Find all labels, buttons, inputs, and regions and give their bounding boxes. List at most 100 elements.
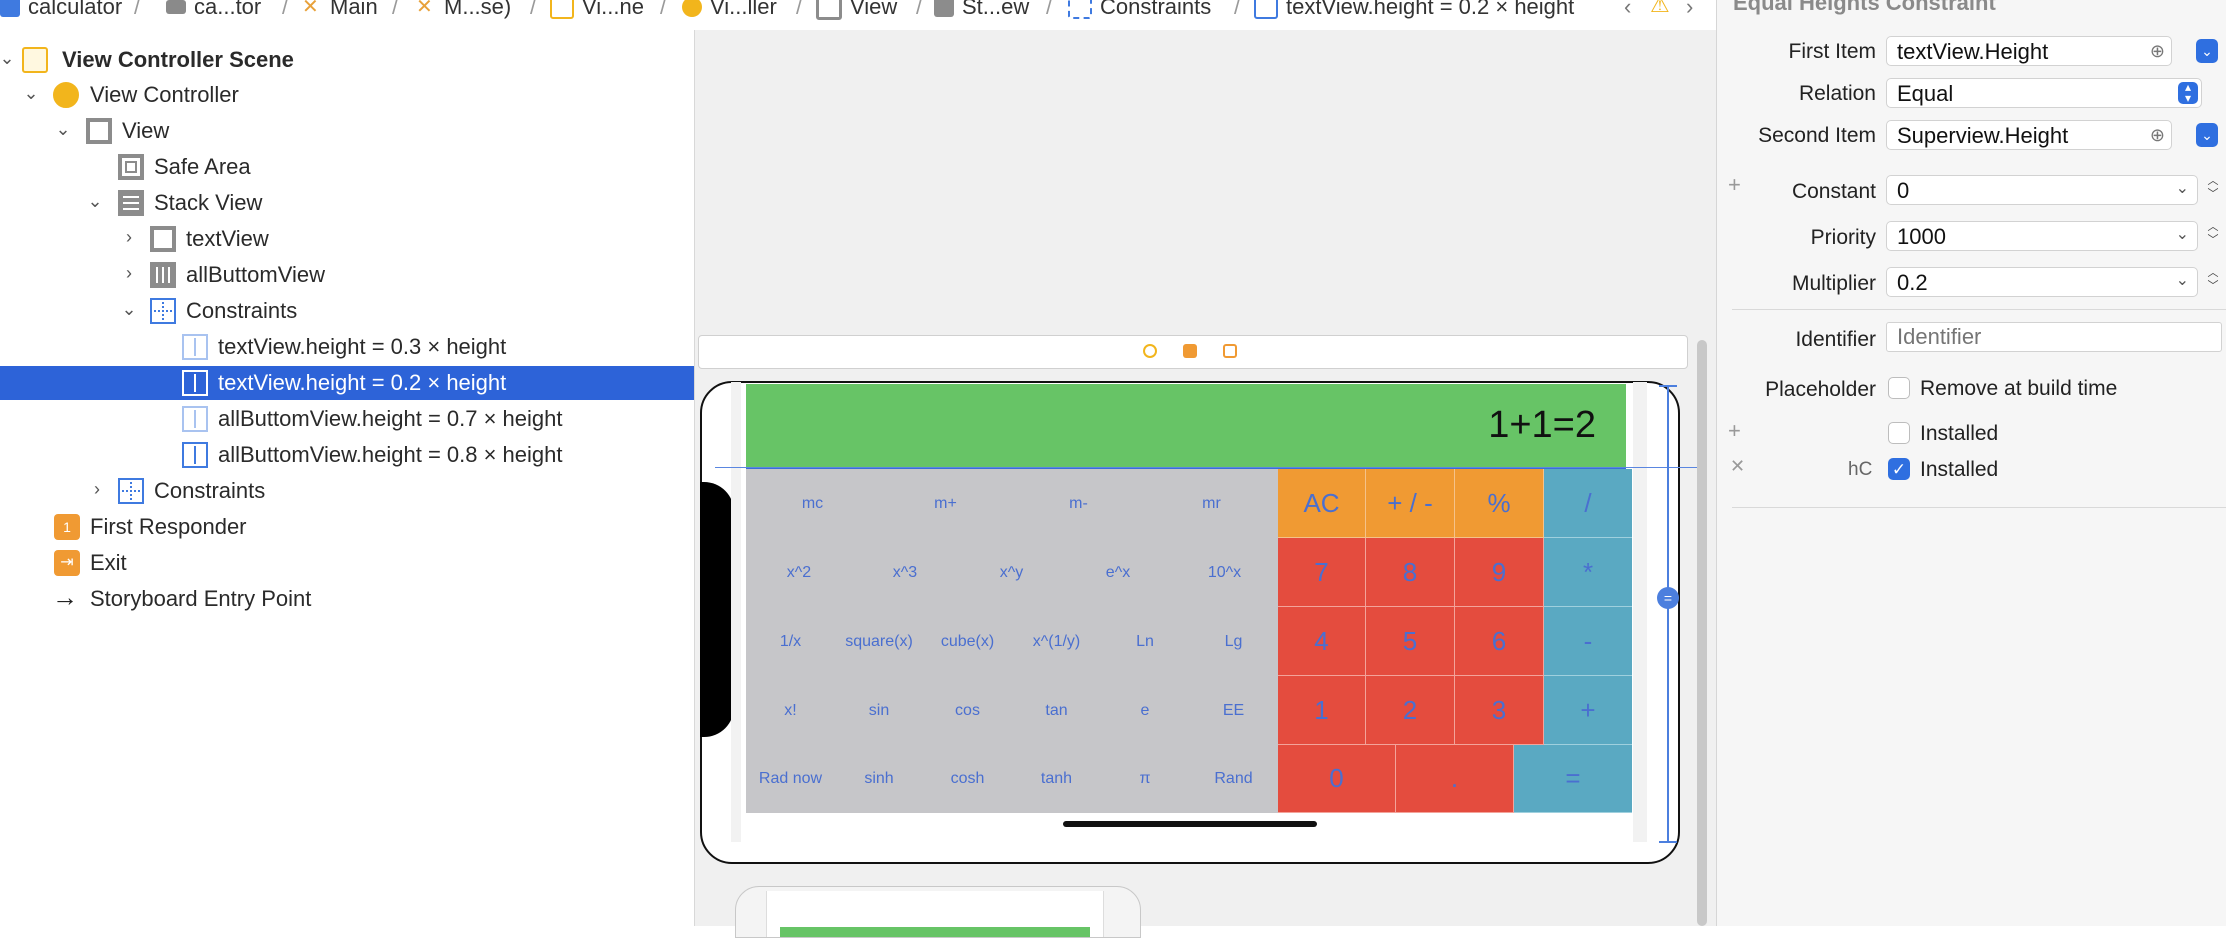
chevron-down-icon[interactable]: ⌄ xyxy=(86,192,104,210)
outline-item-allbuttomview[interactable]: › allButtomView xyxy=(0,258,694,292)
chevron-down-icon[interactable]: ⌄ xyxy=(2176,220,2189,250)
forward-arrow-icon[interactable]: › xyxy=(1686,0,1693,20)
breadcrumb-item-folder[interactable]: ca...tor xyxy=(166,0,261,22)
outline-item-constraint-allbuttom-07[interactable]: allButtomView.height = 0.7 × height xyxy=(0,402,694,436)
breadcrumb-item-storyboard[interactable]: ✕ Main xyxy=(302,0,378,22)
key-square[interactable]: square(x) xyxy=(835,607,923,676)
relation-select[interactable]: Equal ▴ ▾ xyxy=(1886,78,2202,108)
outline-item-constraints[interactable]: ⌄ Constraints xyxy=(0,294,694,328)
view-controller-icon[interactable] xyxy=(1143,344,1157,358)
second-item-field[interactable]: Superview.Height ⊕ xyxy=(1886,120,2172,150)
key-add[interactable]: + xyxy=(1544,676,1632,745)
remove-at-build-checkbox[interactable] xyxy=(1888,377,1910,399)
key-cos[interactable]: cos xyxy=(923,676,1012,745)
outline-item-exit[interactable]: ⇥ Exit xyxy=(0,546,694,580)
key-rand[interactable]: Rand xyxy=(1189,745,1278,813)
key-ac[interactable]: AC xyxy=(1278,469,1366,538)
chevron-down-icon[interactable]: ⌄ xyxy=(120,300,138,318)
breadcrumb-item-view-controller[interactable]: Vi...ller xyxy=(682,0,777,22)
multiplier-field[interactable]: 0.2 ⌄ xyxy=(1886,267,2198,297)
multiplier-stepper[interactable]: ︿ ﹀ xyxy=(2204,267,2222,297)
key-m-plus[interactable]: m+ xyxy=(879,469,1012,538)
key-divide[interactable]: / xyxy=(1544,469,1632,538)
selected-constraint-line[interactable] xyxy=(1667,385,1669,843)
key-10-pow-x[interactable]: 10^x xyxy=(1171,538,1278,607)
outline-item-view-controller[interactable]: ⌄ View Controller xyxy=(0,78,694,112)
key-x-pow-y[interactable]: x^y xyxy=(958,538,1065,607)
breadcrumb-item-storyboard-base[interactable]: ✕ M...se) xyxy=(416,0,511,22)
equal-constraint-badge-icon[interactable]: = xyxy=(1657,587,1679,609)
key-x-cubed[interactable]: x^3 xyxy=(852,538,958,607)
installed-variation-plus-icon[interactable]: + xyxy=(1728,418,1741,444)
outline-item-constraint-textview-03[interactable]: textView.height = 0.3 × height xyxy=(0,330,694,364)
breadcrumb-item-constraints[interactable]: Constraints xyxy=(1068,0,1211,22)
warning-icon[interactable]: ⚠ xyxy=(1650,0,1670,18)
key-mr[interactable]: mr xyxy=(1145,469,1278,538)
key-subtract[interactable]: - xyxy=(1544,607,1632,676)
chevron-right-icon[interactable]: › xyxy=(88,480,106,498)
chevron-down-icon[interactable]: ⌄ xyxy=(2176,174,2189,204)
second-item-dropdown-button[interactable]: ⌄ xyxy=(2196,123,2218,147)
key-rad[interactable]: Rad now xyxy=(746,745,835,813)
chevron-right-icon[interactable]: › xyxy=(120,264,138,282)
outline-item-constraint-textview-02[interactable]: textView.height = 0.2 × height xyxy=(0,366,694,400)
identifier-input[interactable] xyxy=(1886,322,2222,352)
chevron-down-icon[interactable]: ⌄ xyxy=(22,84,40,102)
outline-item-scene[interactable]: ⌄ View Controller Scene xyxy=(0,43,694,77)
key-lg[interactable]: Lg xyxy=(1189,607,1278,676)
storyboard-canvas[interactable]: 1+1=2 mc m+ m- mr x^2 x^3 x^y e^x 10^x 1… xyxy=(694,30,1717,938)
chevron-down-icon[interactable]: ⌄ xyxy=(2176,266,2189,296)
key-mc[interactable]: mc xyxy=(746,469,879,538)
outline-item-textview[interactable]: › textView xyxy=(0,222,694,256)
key-5[interactable]: 5 xyxy=(1366,607,1455,676)
key-2[interactable]: 2 xyxy=(1366,676,1455,745)
key-multiply[interactable]: * xyxy=(1544,538,1632,607)
key-x-squared[interactable]: x^2 xyxy=(746,538,852,607)
navigate-arrow-icon[interactable]: ⊕ xyxy=(2150,120,2165,150)
breadcrumb-item-scene[interactable]: Vi...ne xyxy=(550,0,644,22)
outline-item-constraint-allbuttom-08[interactable]: allButtomView.height = 0.8 × height xyxy=(0,438,694,472)
key-factorial[interactable]: x! xyxy=(746,676,835,745)
canvas-scrollbar[interactable] xyxy=(1697,340,1707,926)
key-percent[interactable]: % xyxy=(1455,469,1544,538)
key-0[interactable]: 0 xyxy=(1278,745,1396,813)
second-scene-frame[interactable] xyxy=(735,886,1141,938)
navigate-arrow-icon[interactable]: ⊕ xyxy=(2150,36,2165,66)
key-ee[interactable]: EE xyxy=(1189,676,1278,745)
key-root-y[interactable]: x^(1/y) xyxy=(1012,607,1101,676)
key-7[interactable]: 7 xyxy=(1278,538,1366,607)
key-1[interactable]: 1 xyxy=(1278,676,1366,745)
key-e-pow-x[interactable]: e^x xyxy=(1065,538,1171,607)
key-9[interactable]: 9 xyxy=(1455,538,1544,607)
key-decimal[interactable]: . xyxy=(1396,745,1514,813)
key-plus-minus[interactable]: + / - xyxy=(1366,469,1455,538)
installed-checkbox-hc[interactable]: ✓ xyxy=(1888,458,1910,480)
breadcrumb-item-project[interactable]: calculator xyxy=(0,0,122,22)
outline-item-view[interactable]: ⌄ View xyxy=(0,114,694,148)
first-item-field[interactable]: textView.Height ⊕ xyxy=(1886,36,2172,66)
key-pi[interactable]: π xyxy=(1101,745,1189,813)
first-responder-icon[interactable] xyxy=(1183,344,1197,358)
remove-variation-x-icon[interactable]: ✕ xyxy=(1730,456,1745,477)
priority-stepper[interactable]: ︿ ﹀ xyxy=(2204,221,2222,251)
key-e[interactable]: e xyxy=(1101,676,1189,745)
chevron-right-icon[interactable]: › xyxy=(120,228,138,246)
constant-field[interactable]: 0 ⌄ xyxy=(1886,175,2198,205)
key-tanh[interactable]: tanh xyxy=(1012,745,1101,813)
key-sinh[interactable]: sinh xyxy=(835,745,923,813)
constant-stepper[interactable]: ︿ ﹀ xyxy=(2204,175,2222,205)
key-3[interactable]: 3 xyxy=(1455,676,1544,745)
key-tan[interactable]: tan xyxy=(1012,676,1101,745)
breadcrumb-item-view[interactable]: View xyxy=(816,0,897,22)
exit-icon[interactable] xyxy=(1223,344,1237,358)
chevron-down-icon[interactable]: ⌄ xyxy=(54,120,72,138)
outline-item-view-constraints[interactable]: › Constraints xyxy=(0,474,694,508)
key-cosh[interactable]: cosh xyxy=(923,745,1012,813)
key-reciprocal[interactable]: 1/x xyxy=(746,607,835,676)
breadcrumb-item-stack-view[interactable]: St...ew xyxy=(934,0,1029,22)
key-8[interactable]: 8 xyxy=(1366,538,1455,607)
outline-item-first-responder[interactable]: 1 First Responder xyxy=(0,510,694,544)
breadcrumb-item-current-constraint[interactable]: textView.height = 0.2 × height xyxy=(1254,0,1574,22)
outline-item-stack-view[interactable]: ⌄ Stack View xyxy=(0,186,694,220)
key-equals[interactable]: = xyxy=(1514,745,1632,813)
